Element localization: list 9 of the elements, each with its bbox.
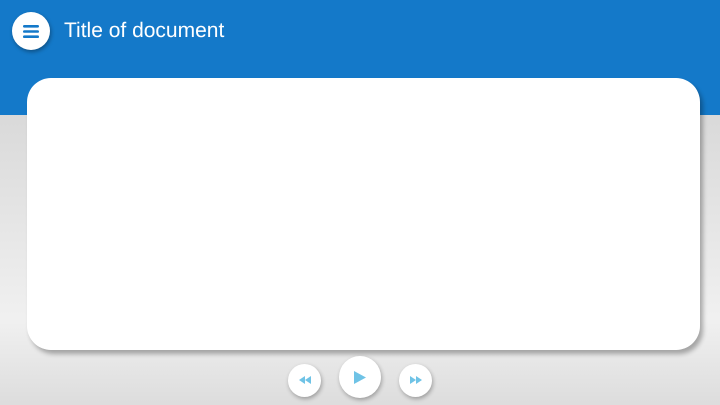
rewind-button[interactable] <box>288 364 321 396</box>
menu-icon <box>23 24 39 38</box>
menu-button[interactable] <box>12 12 50 50</box>
play-button[interactable] <box>339 356 381 398</box>
fast-forward-icon <box>410 376 422 384</box>
document-title: Title of document <box>64 18 224 44</box>
forward-button[interactable] <box>399 364 432 396</box>
play-icon <box>354 370 366 384</box>
rewind-icon <box>298 376 310 384</box>
